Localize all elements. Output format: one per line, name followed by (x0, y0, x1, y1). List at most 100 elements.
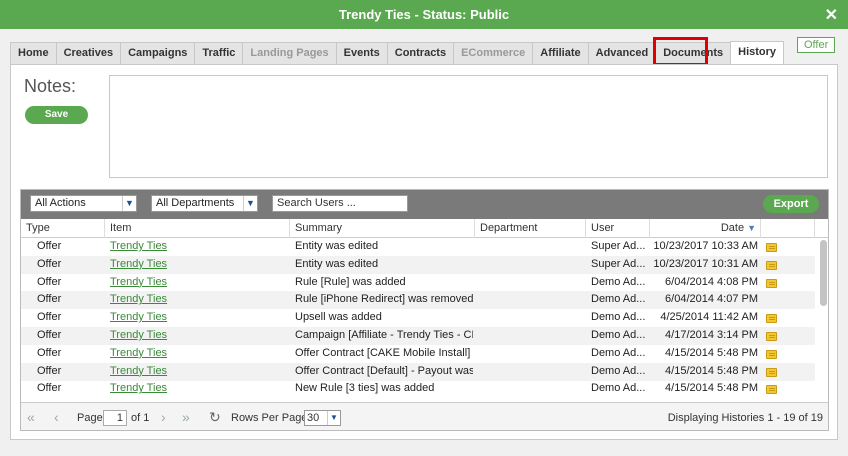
item-link[interactable]: Trendy Ties (110, 382, 167, 394)
vertical-scrollbar[interactable] (817, 238, 828, 400)
notes-textarea[interactable] (109, 75, 828, 178)
tab-contracts[interactable]: Contracts (386, 42, 454, 64)
scrollbar-thumb[interactable] (820, 240, 827, 306)
tab-home[interactable]: Home (10, 42, 56, 64)
cell-summary: Offer Contract [Default] - Payout was ..… (295, 364, 473, 377)
column-header-item[interactable]: Item (105, 219, 290, 238)
tab-ecommerce[interactable]: ECommerce (453, 42, 533, 64)
table-row[interactable]: Offer Trendy Ties Rule [Rule] was added Dem… (21, 274, 815, 292)
history-grid: All Actions ▼ All Departments ▼ Search U… (20, 189, 829, 431)
item-link[interactable]: Trendy Ties (110, 293, 167, 305)
cell-summary: Rule [iPhone Redirect] was removed (295, 293, 473, 306)
table-row[interactable]: Offer Trendy Ties Entity was edited Super A… (21, 238, 815, 256)
page-label: Page (77, 412, 103, 424)
entity-type-badge: Offer (797, 37, 836, 53)
tab-landing-pages[interactable]: Landing Pages (242, 42, 336, 64)
pager-bar: « ‹ Page 1 of 1 › » ↻ Rows Per Page: 30 … (21, 402, 828, 430)
column-header-department[interactable]: Department (475, 219, 586, 238)
cell-type: Offer (37, 329, 62, 341)
table-row[interactable]: Offer Trendy Ties Offer Contract [Default]… (21, 362, 815, 381)
cell-date: 4/15/2014 5:48 PM (665, 364, 758, 377)
table-row[interactable]: Offer Trendy Ties Rule [iPhone Redirect] w… (21, 291, 815, 310)
note-icon[interactable] (766, 367, 777, 377)
column-header-user[interactable]: User (586, 219, 650, 238)
sort-descending-icon: ▼ (747, 223, 756, 233)
rows-per-page-value: 30 (307, 412, 320, 424)
column-header-date[interactable]: Date ▼ (650, 219, 761, 238)
item-link[interactable]: Trendy Ties (110, 240, 167, 252)
tab-history[interactable]: History (730, 41, 785, 65)
window-title: Trendy Ties - Status: Public (338, 7, 510, 22)
save-button[interactable]: Save (25, 106, 88, 124)
tab-advanced[interactable]: Advanced (587, 42, 656, 64)
cell-date: 4/17/2014 3:14 PM (665, 329, 758, 341)
cell-type: Offer (37, 275, 62, 288)
item-link[interactable]: Trendy Ties (110, 311, 167, 323)
note-icon[interactable] (766, 243, 777, 252)
tab-affiliate[interactable]: Affiliate (532, 42, 588, 64)
table-row[interactable]: Offer Trendy Ties Entity was edited Super A… (21, 255, 815, 274)
cell-department (480, 345, 580, 363)
previous-page-icon[interactable]: ‹ (54, 410, 59, 424)
cell-user: Demo Ad... (591, 329, 646, 341)
item-link[interactable]: Trendy Ties (110, 347, 167, 359)
cell-summary: Campaign [Affiliate - Trendy Ties - CP..… (295, 329, 473, 341)
table-row[interactable]: Offer Trendy Ties Upsell was added Demo Ad.… (21, 309, 815, 327)
departments-filter-select[interactable]: All Departments ▼ (151, 195, 258, 212)
cell-item: Trendy Ties (110, 274, 285, 292)
actions-filter-select[interactable]: All Actions ▼ (30, 195, 137, 212)
history-tab-highlight (653, 37, 708, 66)
cell-type: Offer (37, 364, 62, 377)
cell-item: Trendy Ties (110, 345, 285, 363)
cell-date: 10/23/2017 10:31 AM (653, 257, 758, 270)
cell-user: Demo Ad... (591, 346, 646, 359)
table-row[interactable]: Offer Trendy Ties Campaign [Affiliate - Tr… (21, 327, 815, 345)
cell-user: Demo Ad... (591, 364, 646, 377)
note-icon[interactable] (766, 278, 777, 288)
note-icon[interactable] (766, 314, 777, 324)
chevron-down-icon: ▼ (243, 196, 257, 211)
cell-user: Demo Ad... (591, 275, 646, 288)
tab-events[interactable]: Events (335, 42, 387, 64)
note-icon[interactable] (766, 349, 777, 359)
cell-item: Trendy Ties (110, 256, 285, 274)
actions-filter-value: All Actions (35, 197, 86, 209)
note-icon[interactable] (766, 332, 777, 341)
note-icon[interactable] (766, 385, 777, 395)
page-number-input[interactable]: 1 (103, 410, 127, 426)
export-button[interactable]: Export (763, 195, 819, 213)
cell-item: Trendy Ties (110, 380, 285, 398)
search-users-input[interactable]: Search Users ... (272, 195, 408, 212)
next-page-icon[interactable]: › (161, 410, 166, 424)
cell-summary: Entity was edited (295, 257, 379, 270)
cell-date: 6/04/2014 4:07 PM (665, 293, 758, 306)
last-page-icon[interactable]: » (182, 410, 190, 424)
cell-type: Offer (37, 346, 62, 359)
tab-campaigns[interactable]: Campaigns (120, 42, 195, 64)
cell-summary: New Rule [3 ties] was added (295, 382, 435, 395)
item-link[interactable]: Trendy Ties (110, 365, 167, 377)
first-page-icon[interactable]: « (27, 410, 35, 424)
grid-header: Type Item Summary Department User Date ▼ (21, 219, 828, 238)
tab-traffic[interactable]: Traffic (194, 42, 243, 64)
column-header-type[interactable]: Type (21, 219, 105, 238)
cell-item: Trendy Ties (110, 327, 285, 345)
item-link[interactable]: Trendy Ties (110, 329, 167, 341)
column-header-summary[interactable]: Summary (290, 219, 475, 238)
tab-creatives[interactable]: Creatives (55, 42, 121, 64)
table-row[interactable]: Offer Trendy Ties Offer Contract [CAKE Mob… (21, 345, 815, 363)
column-header-notes (761, 219, 815, 238)
refresh-icon[interactable]: ↻ (209, 410, 221, 424)
cell-department (480, 380, 580, 398)
rows-per-page-select[interactable]: 30 ▼ (304, 410, 341, 426)
table-row[interactable]: Offer Trendy Ties New Rule [3 ties] was ad… (21, 380, 815, 398)
cell-department (480, 274, 580, 292)
item-link[interactable]: Trendy Ties (110, 258, 167, 270)
cell-user: Demo Ad... (591, 382, 646, 395)
cell-item: Trendy Ties (110, 238, 285, 256)
rows-per-page-label: Rows Per Page: (231, 412, 311, 424)
note-icon[interactable] (766, 260, 777, 270)
close-icon[interactable]: ✕ (825, 5, 838, 25)
cell-department (480, 238, 580, 256)
item-link[interactable]: Trendy Ties (110, 276, 167, 288)
